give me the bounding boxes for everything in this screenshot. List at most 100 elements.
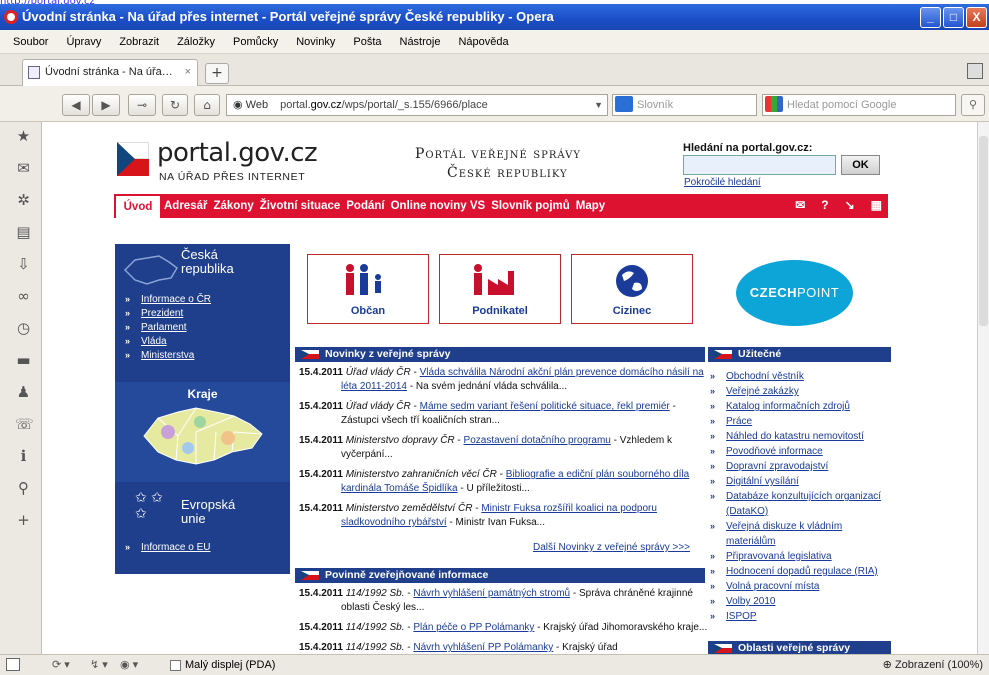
menu-novinky[interactable]: Novinky — [287, 36, 344, 48]
forward-button[interactable]: ▶ — [92, 94, 120, 116]
web-page: portal.gov.cz NA ÚŘAD PŘES INTERNET Port… — [43, 122, 977, 654]
nav-zivotni-situace[interactable]: Životní situace — [260, 200, 347, 212]
list-item[interactable]: » Vláda — [125, 334, 211, 348]
czechpoint-logo[interactable]: CZECHPOINT — [736, 260, 853, 326]
close-button[interactable]: X — [966, 7, 987, 28]
pda-checkbox[interactable] — [170, 659, 181, 671]
scrollbar-thumb[interactable] — [979, 136, 988, 326]
news-link[interactable]: Pozastavení dotačního programu — [464, 435, 611, 446]
regions-map-icon[interactable] — [138, 402, 268, 472]
tile-cizinec[interactable]: Cizinec — [571, 254, 693, 324]
list-item[interactable]: » Parlament — [125, 320, 211, 334]
notes-icon[interactable]: ▤ — [15, 224, 32, 241]
tab-close-icon[interactable]: × — [185, 60, 191, 85]
nav-icons: ✉ ? ↘ ▦ — [795, 198, 882, 212]
contacts-icon[interactable]: ♟ — [15, 384, 32, 401]
nav-online-noviny[interactable]: Online noviny VS — [391, 200, 492, 212]
portal-logo-icon[interactable] — [117, 142, 149, 177]
turbo-icon[interactable]: ↯ ▾ — [90, 655, 108, 675]
list-item[interactable]: » Volby 2010 — [710, 594, 893, 609]
news-link[interactable]: Plán péče o PP Polámanky — [413, 622, 534, 633]
panel-toggle-icon[interactable] — [6, 658, 20, 671]
nav-slovnik-pojmu[interactable]: Slovník pojmů — [491, 200, 576, 212]
sitemap-icon[interactable]: ↘ — [845, 198, 855, 212]
list-item[interactable]: » Volná pracovní místa — [710, 579, 893, 594]
list-item[interactable]: » Náhled do katastru nemovitostí — [710, 429, 893, 444]
site-search-input[interactable] — [683, 155, 836, 175]
list-item[interactable]: » Katalog informačních zdrojů — [710, 399, 893, 414]
rewind-button[interactable]: ⊸ — [128, 94, 156, 116]
site-search-ok-button[interactable]: OK — [841, 155, 880, 175]
nav-mapy[interactable]: Mapy — [576, 200, 611, 212]
back-button[interactable]: ◀ — [62, 94, 90, 116]
list-item[interactable]: » Informace o EU — [125, 540, 210, 554]
list-item[interactable]: » ISPOP — [710, 609, 893, 624]
menu-zobrazit[interactable]: Zobrazit — [110, 36, 168, 48]
home-button[interactable]: ⌂ — [194, 94, 220, 116]
list-item[interactable]: » Informace o ČR — [125, 292, 211, 306]
advanced-search-link[interactable]: Pokročilé hledání — [684, 177, 761, 188]
news-link[interactable]: Návrh vyhlášení PP Polámanky — [413, 642, 553, 653]
maximize-button[interactable]: □ — [943, 7, 964, 28]
chat-icon[interactable]: ☏ — [15, 416, 34, 433]
language-flag-icon[interactable]: ▦ — [871, 198, 882, 212]
info-icon[interactable]: ℹ — [15, 448, 32, 465]
list-item[interactable]: » Hodnocení dopadů regulace (RIA) — [710, 564, 893, 579]
menu-nastroje[interactable]: Nástroje — [391, 36, 450, 48]
menu-upravy[interactable]: Úpravy — [57, 36, 110, 48]
list-item[interactable]: » Obchodní věstník — [710, 369, 893, 384]
trash-icon[interactable] — [967, 63, 983, 79]
unite-icon[interactable]: ◉ ▾ — [120, 655, 138, 675]
list-item[interactable]: » Veřejná diskuze k vládním materiálům — [710, 519, 893, 549]
address-dropdown-icon[interactable]: ▼ — [594, 95, 603, 115]
links-icon[interactable]: ∞ — [15, 288, 32, 305]
list-item[interactable]: » Povodňové informace — [710, 444, 893, 459]
address-field[interactable]: ◉ Web portal.gov.cz/wps/portal/_s.155/696… — [226, 94, 608, 116]
vertical-scrollbar[interactable] — [977, 122, 989, 654]
reload-button[interactable]: ↻ — [162, 94, 188, 116]
news-link[interactable]: Máme sedm variant řešení politické situa… — [420, 401, 670, 412]
news-link[interactable]: Návrh vyhlášení památných stromů — [413, 588, 570, 599]
zoom-level[interactable]: ⊕ Zobrazení (100%) — [883, 655, 983, 675]
menu-napoveda[interactable]: Nápověda — [449, 36, 517, 48]
mail-icon[interactable]: ✉ — [15, 160, 32, 177]
list-item[interactable]: » Dopravní zpravodajství — [710, 459, 893, 474]
nav-zakony[interactable]: Zákony — [213, 200, 259, 212]
nav-podani[interactable]: Podání — [346, 200, 390, 212]
menu-zalozky[interactable]: Záložky — [168, 36, 224, 48]
windows-icon[interactable]: ▬ — [15, 352, 32, 369]
tab-active[interactable]: Úvodní stránka - Na úřa… × — [22, 59, 198, 86]
list-item[interactable]: » Databáze konzultujících organizací (Dat… — [710, 489, 893, 519]
list-item[interactable]: » Připravovaná legislativa — [710, 549, 893, 564]
regions-box[interactable]: Kraje — [115, 382, 290, 482]
minimize-button[interactable]: _ — [920, 7, 941, 28]
dictionary-search-field[interactable]: Slovník — [612, 94, 757, 116]
tile-obcan[interactable]: Občan — [307, 254, 429, 324]
pda-view-toggle[interactable]: Malý displej (PDA) — [170, 655, 275, 675]
list-item[interactable]: » Digitální vysílání — [710, 474, 893, 489]
history-icon[interactable]: ◷ — [15, 320, 32, 337]
list-item[interactable]: » Práce — [710, 414, 893, 429]
search-magnifier-button[interactable]: ⚲ — [961, 94, 985, 116]
more-news-link[interactable]: Další Novinky z veřejné správy >>> — [533, 542, 690, 553]
transfers-icon[interactable]: ⇩ — [15, 256, 32, 273]
sync-icon[interactable]: ⟳ ▾ — [52, 655, 70, 675]
menu-soubor[interactable]: Soubor — [4, 36, 57, 48]
help-icon[interactable]: ? — [821, 198, 828, 212]
menu-posta[interactable]: Pošta — [344, 36, 390, 48]
bookmarks-icon[interactable]: ★ — [15, 128, 32, 145]
new-tab-button[interactable]: + — [205, 63, 229, 84]
google-search-field[interactable]: Hledat pomocí Google — [762, 94, 956, 116]
list-item[interactable]: » Veřejné zakázky — [710, 384, 893, 399]
nav-uvod[interactable]: Úvod — [116, 196, 160, 218]
list-item[interactable]: » Prezident — [125, 306, 211, 320]
nav-adresar[interactable]: Adresář — [164, 200, 213, 212]
menu-pomucky[interactable]: Pomůcky — [224, 36, 287, 48]
widgets-icon[interactable]: ✲ — [15, 192, 32, 209]
list-item[interactable]: » Ministerstva — [125, 348, 211, 362]
site-logo-text[interactable]: portal.gov.cz — [157, 138, 318, 168]
tile-podnikatel[interactable]: Podnikatel — [439, 254, 561, 324]
search-panel-icon[interactable]: ⚲ — [15, 480, 32, 497]
add-panel-icon[interactable]: + — [15, 512, 32, 529]
envelope-icon[interactable]: ✉ — [795, 198, 805, 212]
